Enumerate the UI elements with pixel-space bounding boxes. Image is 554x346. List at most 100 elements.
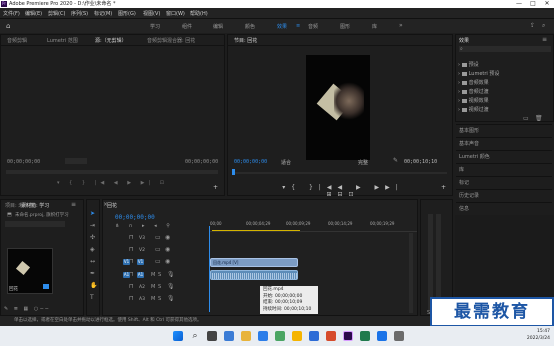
source-patch-v1[interactable]: V1 bbox=[123, 259, 130, 265]
system-clock[interactable]: 15:47 2022/3/24 bbox=[522, 328, 550, 342]
word-icon[interactable] bbox=[309, 331, 319, 341]
minimize-button[interactable]: — bbox=[513, 0, 525, 8]
close-button[interactable]: ✕ bbox=[541, 0, 553, 8]
workspace-menu-icon[interactable]: ≡ bbox=[296, 23, 300, 29]
wrench-icon[interactable]: ✎ bbox=[393, 158, 398, 164]
eye-icon[interactable]: ◉ bbox=[165, 235, 170, 241]
panel-essential-sound[interactable]: 基本声音 bbox=[456, 137, 552, 149]
track-target-v1[interactable]: V1 bbox=[137, 259, 144, 265]
lock-icon[interactable]: ⊓ bbox=[129, 284, 134, 290]
menu-clip[interactable]: 剪辑(C) bbox=[48, 10, 65, 17]
edge-icon[interactable] bbox=[258, 331, 268, 341]
widgets-icon[interactable] bbox=[224, 331, 234, 341]
ripple-edit-tool-icon[interactable]: ✣ bbox=[90, 235, 95, 241]
workspace-graphics[interactable]: 图形 bbox=[340, 23, 350, 30]
effects-search-input[interactable] bbox=[459, 46, 551, 52]
source-patch-a1[interactable]: A1 bbox=[123, 272, 130, 278]
menu-edit[interactable]: 编辑(E) bbox=[25, 10, 42, 17]
effects-item-lumetri-presets[interactable]: › Lumetri 预设 bbox=[458, 70, 499, 77]
mute-button[interactable]: M bbox=[151, 272, 155, 278]
close-tab-icon[interactable]: × bbox=[103, 202, 108, 208]
panel-essential-graphics[interactable]: 基本图形 bbox=[456, 124, 552, 136]
outlook-icon[interactable] bbox=[377, 331, 387, 341]
video-clip[interactable]: 回花.mp4 [V] bbox=[210, 258, 298, 267]
menu-file[interactable]: 文件(F) bbox=[3, 10, 20, 17]
file-explorer-icon[interactable] bbox=[241, 331, 251, 341]
program-fit-dropdown[interactable]: 适合 bbox=[281, 159, 291, 166]
tab-sequence[interactable]: 回花 bbox=[107, 202, 117, 209]
task-view-icon[interactable] bbox=[207, 331, 217, 341]
timeline-toolbar[interactable]: ⋔ ∩ ▸ ◂ ⚲ bbox=[115, 223, 195, 229]
windows-start-icon[interactable] bbox=[173, 331, 183, 341]
timeline-ruler[interactable]: 00;00 00;00;04;29 00;00;09;29 00;00;14;2… bbox=[210, 221, 417, 232]
premiere-taskbar-icon[interactable] bbox=[343, 331, 353, 341]
search-icon[interactable]: ⌕ bbox=[542, 23, 545, 29]
microphone-icon[interactable]: 🎙 bbox=[167, 284, 175, 290]
razor-tool-icon[interactable]: ◈ bbox=[90, 247, 95, 253]
workspace-effects[interactable]: 效果 bbox=[277, 23, 287, 30]
eye-icon[interactable]: ◉ bbox=[165, 259, 170, 265]
workspace-audio[interactable]: 音频 bbox=[308, 23, 318, 30]
program-add-icon[interactable]: + bbox=[441, 185, 446, 191]
delete-icon[interactable]: 🗑 bbox=[535, 116, 543, 122]
slip-tool-icon[interactable]: ↔ bbox=[90, 259, 95, 265]
panel-libraries[interactable]: 库 bbox=[456, 163, 552, 175]
effects-item-presets[interactable]: › 预设 bbox=[458, 61, 479, 68]
menu-view[interactable]: 视图(V) bbox=[143, 10, 160, 17]
folder-up-icon[interactable]: ⬒ bbox=[7, 212, 12, 218]
hand-tool-icon[interactable]: ✋ bbox=[90, 283, 97, 289]
panel-history[interactable]: 历史记录 bbox=[456, 189, 552, 201]
program-quality-dropdown[interactable]: 完整 bbox=[358, 159, 368, 166]
lock-icon[interactable]: ⊓ bbox=[129, 235, 134, 241]
timeline-playhead[interactable] bbox=[209, 226, 210, 312]
panel-lumetri-color[interactable]: Lumetri 颜色 bbox=[456, 150, 552, 162]
mute-button[interactable]: M bbox=[151, 284, 155, 290]
excel-icon[interactable] bbox=[360, 331, 370, 341]
maximize-button[interactable]: □ bbox=[527, 0, 539, 8]
menu-sequence[interactable]: 序列(S) bbox=[71, 10, 88, 17]
tab-audio-clip-mixer[interactable]: 音频剪辑混合器: 回花 bbox=[147, 37, 195, 44]
panel-info[interactable]: 信息 bbox=[456, 202, 552, 214]
source-add-icon[interactable]: + bbox=[213, 185, 218, 191]
menu-help[interactable]: 帮助(H) bbox=[190, 10, 208, 17]
share-icon[interactable]: ⇪ bbox=[530, 23, 535, 29]
sync-icon[interactable]: ▭ bbox=[155, 259, 161, 265]
selection-tool-icon[interactable]: ➤ bbox=[90, 211, 95, 217]
app-icon[interactable] bbox=[394, 331, 404, 341]
tab-bin-learn[interactable]: 素材箱: 学习 bbox=[21, 202, 49, 209]
program-playhead[interactable] bbox=[232, 169, 235, 175]
mute-button[interactable]: M bbox=[151, 296, 155, 302]
effects-item-video-transitions[interactable]: › 视频过渡 bbox=[458, 106, 489, 113]
project-search-input[interactable] bbox=[5, 221, 65, 227]
tab-source[interactable]: 源:（无剪辑） bbox=[95, 37, 127, 44]
timeline-scrollbar[interactable] bbox=[409, 233, 413, 313]
source-zoom-dropdown[interactable] bbox=[65, 158, 87, 164]
new-bin-icon[interactable]: ▭ bbox=[523, 116, 529, 122]
tab-program[interactable]: 节目: 回花 bbox=[234, 37, 257, 44]
menu-window[interactable]: 窗口(W) bbox=[166, 10, 185, 17]
workspace-libraries[interactable]: 库 bbox=[372, 23, 377, 30]
eye-icon[interactable]: ◉ bbox=[165, 247, 170, 253]
type-tool-icon[interactable]: T bbox=[90, 295, 94, 301]
pen-tool-icon[interactable]: ✒ bbox=[90, 271, 95, 277]
effects-item-video-effects[interactable]: › 视频效果 bbox=[458, 97, 489, 104]
project-bottom-toolbar[interactable]: ✎ ≣ ▦ ○── bbox=[4, 306, 80, 312]
sync-icon[interactable]: ▭ bbox=[155, 247, 161, 253]
powerpoint-icon[interactable] bbox=[326, 331, 336, 341]
tab-lumetri-scopes[interactable]: Lumetri 范围 bbox=[47, 37, 78, 44]
track-select-tool-icon[interactable]: ⇥ bbox=[90, 223, 95, 229]
menu-graphics[interactable]: 图形(G) bbox=[118, 10, 136, 17]
program-transport-controls[interactable]: ▾{ }|◀◀ ▶ ▶▶| ⊞⊟⊡ bbox=[268, 184, 418, 198]
audio-clip[interactable] bbox=[210, 270, 298, 280]
solo-button[interactable]: S bbox=[158, 296, 161, 302]
tab-audio-clip[interactable]: 音频剪辑 bbox=[7, 37, 27, 44]
workspace-learn[interactable]: 学习 bbox=[150, 23, 160, 30]
solo-button[interactable]: S bbox=[158, 272, 161, 278]
search-icon[interactable]: ⌕ bbox=[190, 331, 200, 341]
program-scrubber[interactable] bbox=[233, 172, 447, 174]
store-icon[interactable] bbox=[275, 331, 285, 341]
source-scrubber[interactable] bbox=[6, 170, 218, 174]
lock-icon[interactable]: ⊓ bbox=[129, 296, 134, 302]
effects-item-audio-transitions[interactable]: › 音频过渡 bbox=[458, 88, 489, 95]
workspace-editing[interactable]: 编辑 bbox=[213, 23, 223, 30]
